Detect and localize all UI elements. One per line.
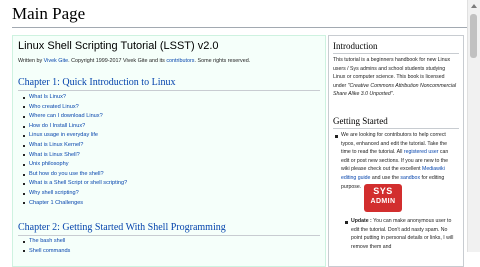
- chapter-1-rule: [18, 90, 320, 91]
- toc-link[interactable]: Shell commands: [23, 247, 70, 257]
- toc-link[interactable]: How do I Install Linux?: [23, 122, 127, 132]
- chapter-2-heading[interactable]: Chapter 2: Getting Started With Shell Pr…: [18, 222, 226, 233]
- intro-end: .: [392, 91, 395, 98]
- toc-link[interactable]: What is Linux Kernel?: [23, 141, 127, 151]
- title-divider: [12, 27, 468, 28]
- intro-rule: [333, 53, 459, 54]
- bullet-dot: [345, 221, 348, 224]
- getting-started-heading: Getting Started: [333, 116, 388, 126]
- toc-link[interactable]: What is Linux Shell?: [23, 151, 127, 161]
- scroll-up-arrow-icon[interactable]: [471, 4, 477, 8]
- scroll-thumb[interactable]: [470, 14, 477, 58]
- intro-text: This tutorial is a beginners handbook fo…: [333, 56, 457, 99]
- bullet-dot: [335, 135, 338, 138]
- byline-prefix: Written by: [18, 58, 44, 64]
- chapter-1-heading[interactable]: Chapter 1: Quick Introduction to Linux: [18, 77, 175, 88]
- toc-link[interactable]: What is a Shell Script or shell scriptin…: [23, 179, 127, 189]
- toc-link[interactable]: Where can I download Linux?: [23, 112, 127, 122]
- chapter-1-list: What Is Linux? Who created Linux? Where …: [23, 93, 127, 208]
- gs-text-3: and use the: [370, 174, 401, 181]
- chapter-2-list: The bash shell Shell commands: [23, 237, 70, 256]
- main-content-box: Linux Shell Scripting Tutorial (LSST) v2…: [12, 35, 326, 267]
- logo-line-1: SYS: [373, 186, 393, 196]
- registered-user-link[interactable]: registered user: [404, 149, 439, 155]
- getting-started-text: We are looking for contributors to help …: [341, 131, 458, 191]
- page-title: Main Page: [12, 4, 86, 23]
- getting-started-rule: [333, 128, 459, 129]
- logo-line-2: ADMIN: [370, 198, 396, 205]
- byline-suffix: . Some rights reserved.: [194, 58, 251, 64]
- update-text: Update : You can make anonymous user to …: [351, 217, 458, 251]
- toc-link[interactable]: Linux usage in everyday life: [23, 131, 127, 141]
- toc-link[interactable]: What Is Linux?: [23, 93, 127, 103]
- toc-link[interactable]: Chapter 1 Challenges: [23, 199, 127, 209]
- byline-mid: . Copyright 1999-2017 Vivek Gite and its: [68, 58, 167, 64]
- tutorial-title: Linux Shell Scripting Tutorial (LSST) v2…: [18, 40, 219, 52]
- vertical-scrollbar[interactable]: [467, 0, 480, 252]
- sidebar-box: Introduction This tutorial is a beginner…: [328, 35, 464, 267]
- toc-link[interactable]: The bash shell: [23, 237, 70, 247]
- sandbox-link[interactable]: sandbox: [400, 175, 420, 181]
- toc-link[interactable]: But how do you use the shell?: [23, 170, 127, 180]
- license-text: "Creative Commons Attribution Noncommerc…: [333, 82, 457, 98]
- byline: Written by Vivek Gite. Copyright 1999-20…: [18, 58, 250, 64]
- toc-link[interactable]: Who created Linux?: [23, 103, 127, 113]
- update-label: Update :: [351, 218, 372, 224]
- toc-link[interactable]: Why shell scripting?: [23, 189, 127, 199]
- author-link[interactable]: Vivek Gite: [44, 58, 68, 64]
- chapter-2-rule: [18, 235, 320, 236]
- toc-link[interactable]: Unix philosophy: [23, 160, 127, 170]
- contributors-link[interactable]: contributors: [166, 58, 194, 64]
- intro-heading: Introduction: [333, 41, 378, 51]
- sysadmin-logo: SYS ADMIN: [364, 184, 402, 212]
